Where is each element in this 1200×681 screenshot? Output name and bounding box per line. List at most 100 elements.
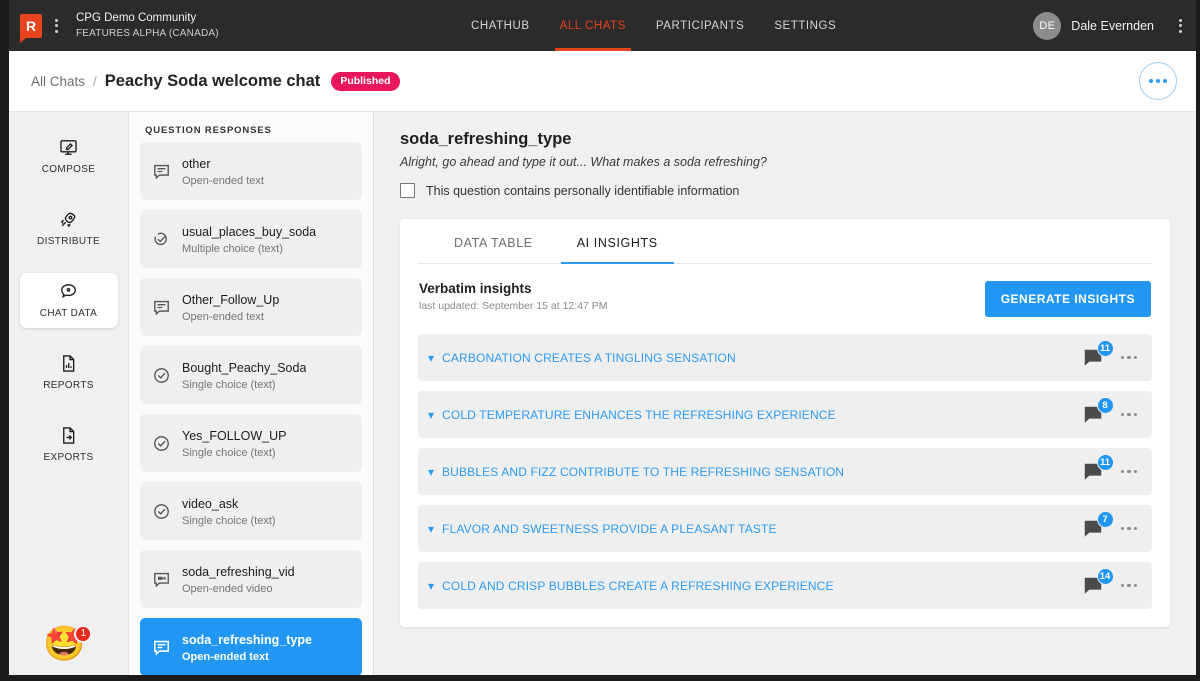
- sidebar-item-chat-data[interactable]: CHAT DATA: [19, 273, 118, 328]
- generate-insights-button[interactable]: GENERATE INSIGHTS: [984, 281, 1151, 317]
- user-menu-icon[interactable]: [1166, 0, 1182, 51]
- top-navigation-bar: R CPG Demo Community FEATURES ALPHA (CAN…: [9, 0, 1196, 51]
- question-item-text: Other_Follow_Up Open-ended text: [182, 289, 279, 325]
- user-account[interactable]: DE Dale Evernden: [1033, 0, 1154, 51]
- check-circle-icon: [152, 502, 171, 521]
- dot: [55, 29, 58, 33]
- quote-count[interactable]: 8: [1081, 396, 1114, 426]
- insight-list: ▾ CARBONATION CREATES A TINGLING SENSATI…: [418, 334, 1152, 609]
- insight-count-badge: 11: [1096, 453, 1114, 471]
- nav-item-settings[interactable]: SETTINGS: [759, 0, 851, 51]
- sidebar-item-label: REPORTS: [43, 380, 94, 391]
- insight-row[interactable]: ▾ FLAVOR AND SWEETNESS PROVIDE A PLEASAN…: [418, 505, 1152, 552]
- insights-card: DATA TABLE AI INSIGHTS Verbatim insights…: [400, 219, 1170, 627]
- insight-options-icon[interactable]: [1120, 583, 1137, 588]
- insight-options-icon[interactable]: [1120, 412, 1137, 417]
- chevron-down-icon[interactable]: ▾: [428, 523, 434, 535]
- chevron-down-icon[interactable]: ▾: [428, 466, 434, 478]
- insight-options-icon[interactable]: [1120, 469, 1137, 474]
- quote-count[interactable]: 11: [1081, 339, 1114, 369]
- question-item-name: Bought_Peachy_Soda: [182, 360, 307, 375]
- question-item-other-follow-up[interactable]: Other_Follow_Up Open-ended text: [140, 278, 362, 336]
- verbatim-insights-title: Verbatim insights: [419, 281, 532, 296]
- dot: [1120, 355, 1124, 360]
- question-item-type: Open-ended text: [182, 311, 264, 324]
- question-item-type: Open-ended text: [182, 651, 269, 664]
- dot: [1120, 412, 1124, 417]
- chevron-down-icon[interactable]: ▾: [428, 409, 434, 421]
- text-bubble-icon: [152, 298, 171, 317]
- question-item-text: other Open-ended text: [182, 153, 264, 189]
- dot: [1127, 469, 1131, 474]
- community-menu-icon[interactable]: [55, 18, 58, 33]
- multi-check-icon: [152, 230, 171, 249]
- nav-item-all-chats[interactable]: ALL CHATS: [545, 0, 641, 51]
- insight-label: CARBONATION CREATES A TINGLING SENSATION: [442, 350, 736, 365]
- insight-count-badge: 14: [1096, 567, 1114, 585]
- status-badge: Published: [331, 71, 400, 91]
- sidebar-item-compose[interactable]: COMPOSE: [20, 129, 118, 184]
- insight-options-icon[interactable]: [1120, 355, 1137, 360]
- dot: [1163, 79, 1167, 83]
- compose-monitor-icon: [59, 138, 78, 157]
- insight-row[interactable]: ▾ CARBONATION CREATES A TINGLING SENSATI…: [418, 334, 1152, 381]
- dot: [1149, 79, 1153, 83]
- insight-row[interactable]: ▾ BUBBLES AND FIZZ CONTRIBUTE TO THE REF…: [418, 448, 1152, 495]
- question-item-other[interactable]: other Open-ended text: [140, 142, 362, 200]
- main-nav: CHATHUB ALL CHATS PARTICIPANTS SETTINGS: [456, 0, 851, 51]
- chevron-down-icon[interactable]: ▾: [428, 580, 434, 592]
- dot: [1156, 79, 1160, 83]
- pii-checkbox-label: This question contains personally identi…: [426, 183, 740, 198]
- breadcrumb-root-link[interactable]: All Chats: [31, 74, 85, 89]
- breadcrumb-bar: All Chats / Peachy Soda welcome chat Pub…: [9, 51, 1196, 112]
- left-rail: COMPOSE DISTRIBUTE CHAT DATA REPORTS EXP…: [9, 112, 129, 675]
- question-item-soda-refreshing-vid[interactable]: soda_refreshing_vid Open-ended video: [140, 550, 362, 608]
- question-item-yes-follow-up[interactable]: Yes_FOLLOW_UP Single choice (text): [140, 414, 362, 472]
- dot: [55, 18, 58, 22]
- question-item-text: usual_places_buy_soda Multiple choice (t…: [182, 221, 316, 257]
- nav-item-participants[interactable]: PARTICIPANTS: [641, 0, 759, 51]
- question-item-video-ask[interactable]: video_ask Single choice (text): [140, 482, 362, 540]
- insight-count-badge: 11: [1096, 339, 1114, 357]
- question-item-name: Other_Follow_Up: [182, 292, 280, 307]
- sidebar-item-label: EXPORTS: [43, 452, 94, 463]
- tab-data-table[interactable]: DATA TABLE: [432, 219, 555, 263]
- quote-count[interactable]: 11: [1081, 453, 1114, 483]
- insight-count-badge: 8: [1096, 396, 1114, 414]
- video-bubble-icon: [152, 570, 171, 589]
- quote-flag-icon: [1081, 349, 1105, 373]
- pii-checkbox-row[interactable]: This question contains personally identi…: [400, 183, 1170, 198]
- insight-row[interactable]: ▾ COLD TEMPERATURE ENHANCES THE REFRESHI…: [418, 391, 1152, 438]
- brand-logo-icon[interactable]: R: [20, 13, 42, 43]
- dot: [1133, 469, 1137, 474]
- kebab-dots: [1179, 18, 1182, 33]
- question-item-bought-peachy-soda[interactable]: Bought_Peachy_Soda Single choice (text): [140, 346, 362, 404]
- insight-row[interactable]: ▾ COLD AND CRISP BUBBLES CREATE A REFRES…: [418, 562, 1152, 609]
- pii-checkbox[interactable]: [400, 183, 415, 198]
- nav-item-chathub[interactable]: CHATHUB: [456, 0, 545, 51]
- question-item-usual-places-buy-soda[interactable]: usual_places_buy_soda Multiple choice (t…: [140, 210, 362, 268]
- page-options-icon[interactable]: [1139, 62, 1177, 100]
- sidebar-item-exports[interactable]: EXPORTS: [20, 417, 118, 472]
- feedback-emoji-button[interactable]: 🤩 1: [43, 625, 93, 661]
- card-tabs: DATA TABLE AI INSIGHTS: [418, 219, 1152, 264]
- question-item-name: other: [182, 156, 211, 171]
- question-item-text: soda_refreshing_vid Open-ended video: [182, 561, 295, 597]
- dot: [1133, 355, 1137, 360]
- report-chart-icon: [59, 354, 78, 373]
- quote-count[interactable]: 7: [1081, 510, 1114, 540]
- sidebar-item-reports[interactable]: REPORTS: [20, 345, 118, 400]
- insight-label: FLAVOR AND SWEETNESS PROVIDE A PLEASANT …: [442, 521, 777, 536]
- question-item-soda-refreshing-type[interactable]: soda_refreshing_type Open-ended text: [140, 618, 362, 675]
- sidebar-item-distribute[interactable]: DISTRIBUTE: [20, 201, 118, 256]
- tab-ai-insights[interactable]: AI INSIGHTS: [555, 219, 680, 264]
- export-file-icon: [59, 426, 78, 445]
- main-content: soda_refreshing_type Alright, go ahead a…: [374, 112, 1196, 675]
- question-item-text: Bought_Peachy_Soda Single choice (text): [182, 357, 306, 393]
- page-title: Peachy Soda welcome chat: [104, 71, 321, 90]
- user-name: Dale Evernden: [1071, 18, 1154, 33]
- quote-count[interactable]: 14: [1081, 567, 1114, 597]
- question-item-text: soda_refreshing_type Open-ended text: [182, 629, 312, 665]
- insight-options-icon[interactable]: [1120, 526, 1137, 531]
- chevron-down-icon[interactable]: ▾: [428, 352, 434, 364]
